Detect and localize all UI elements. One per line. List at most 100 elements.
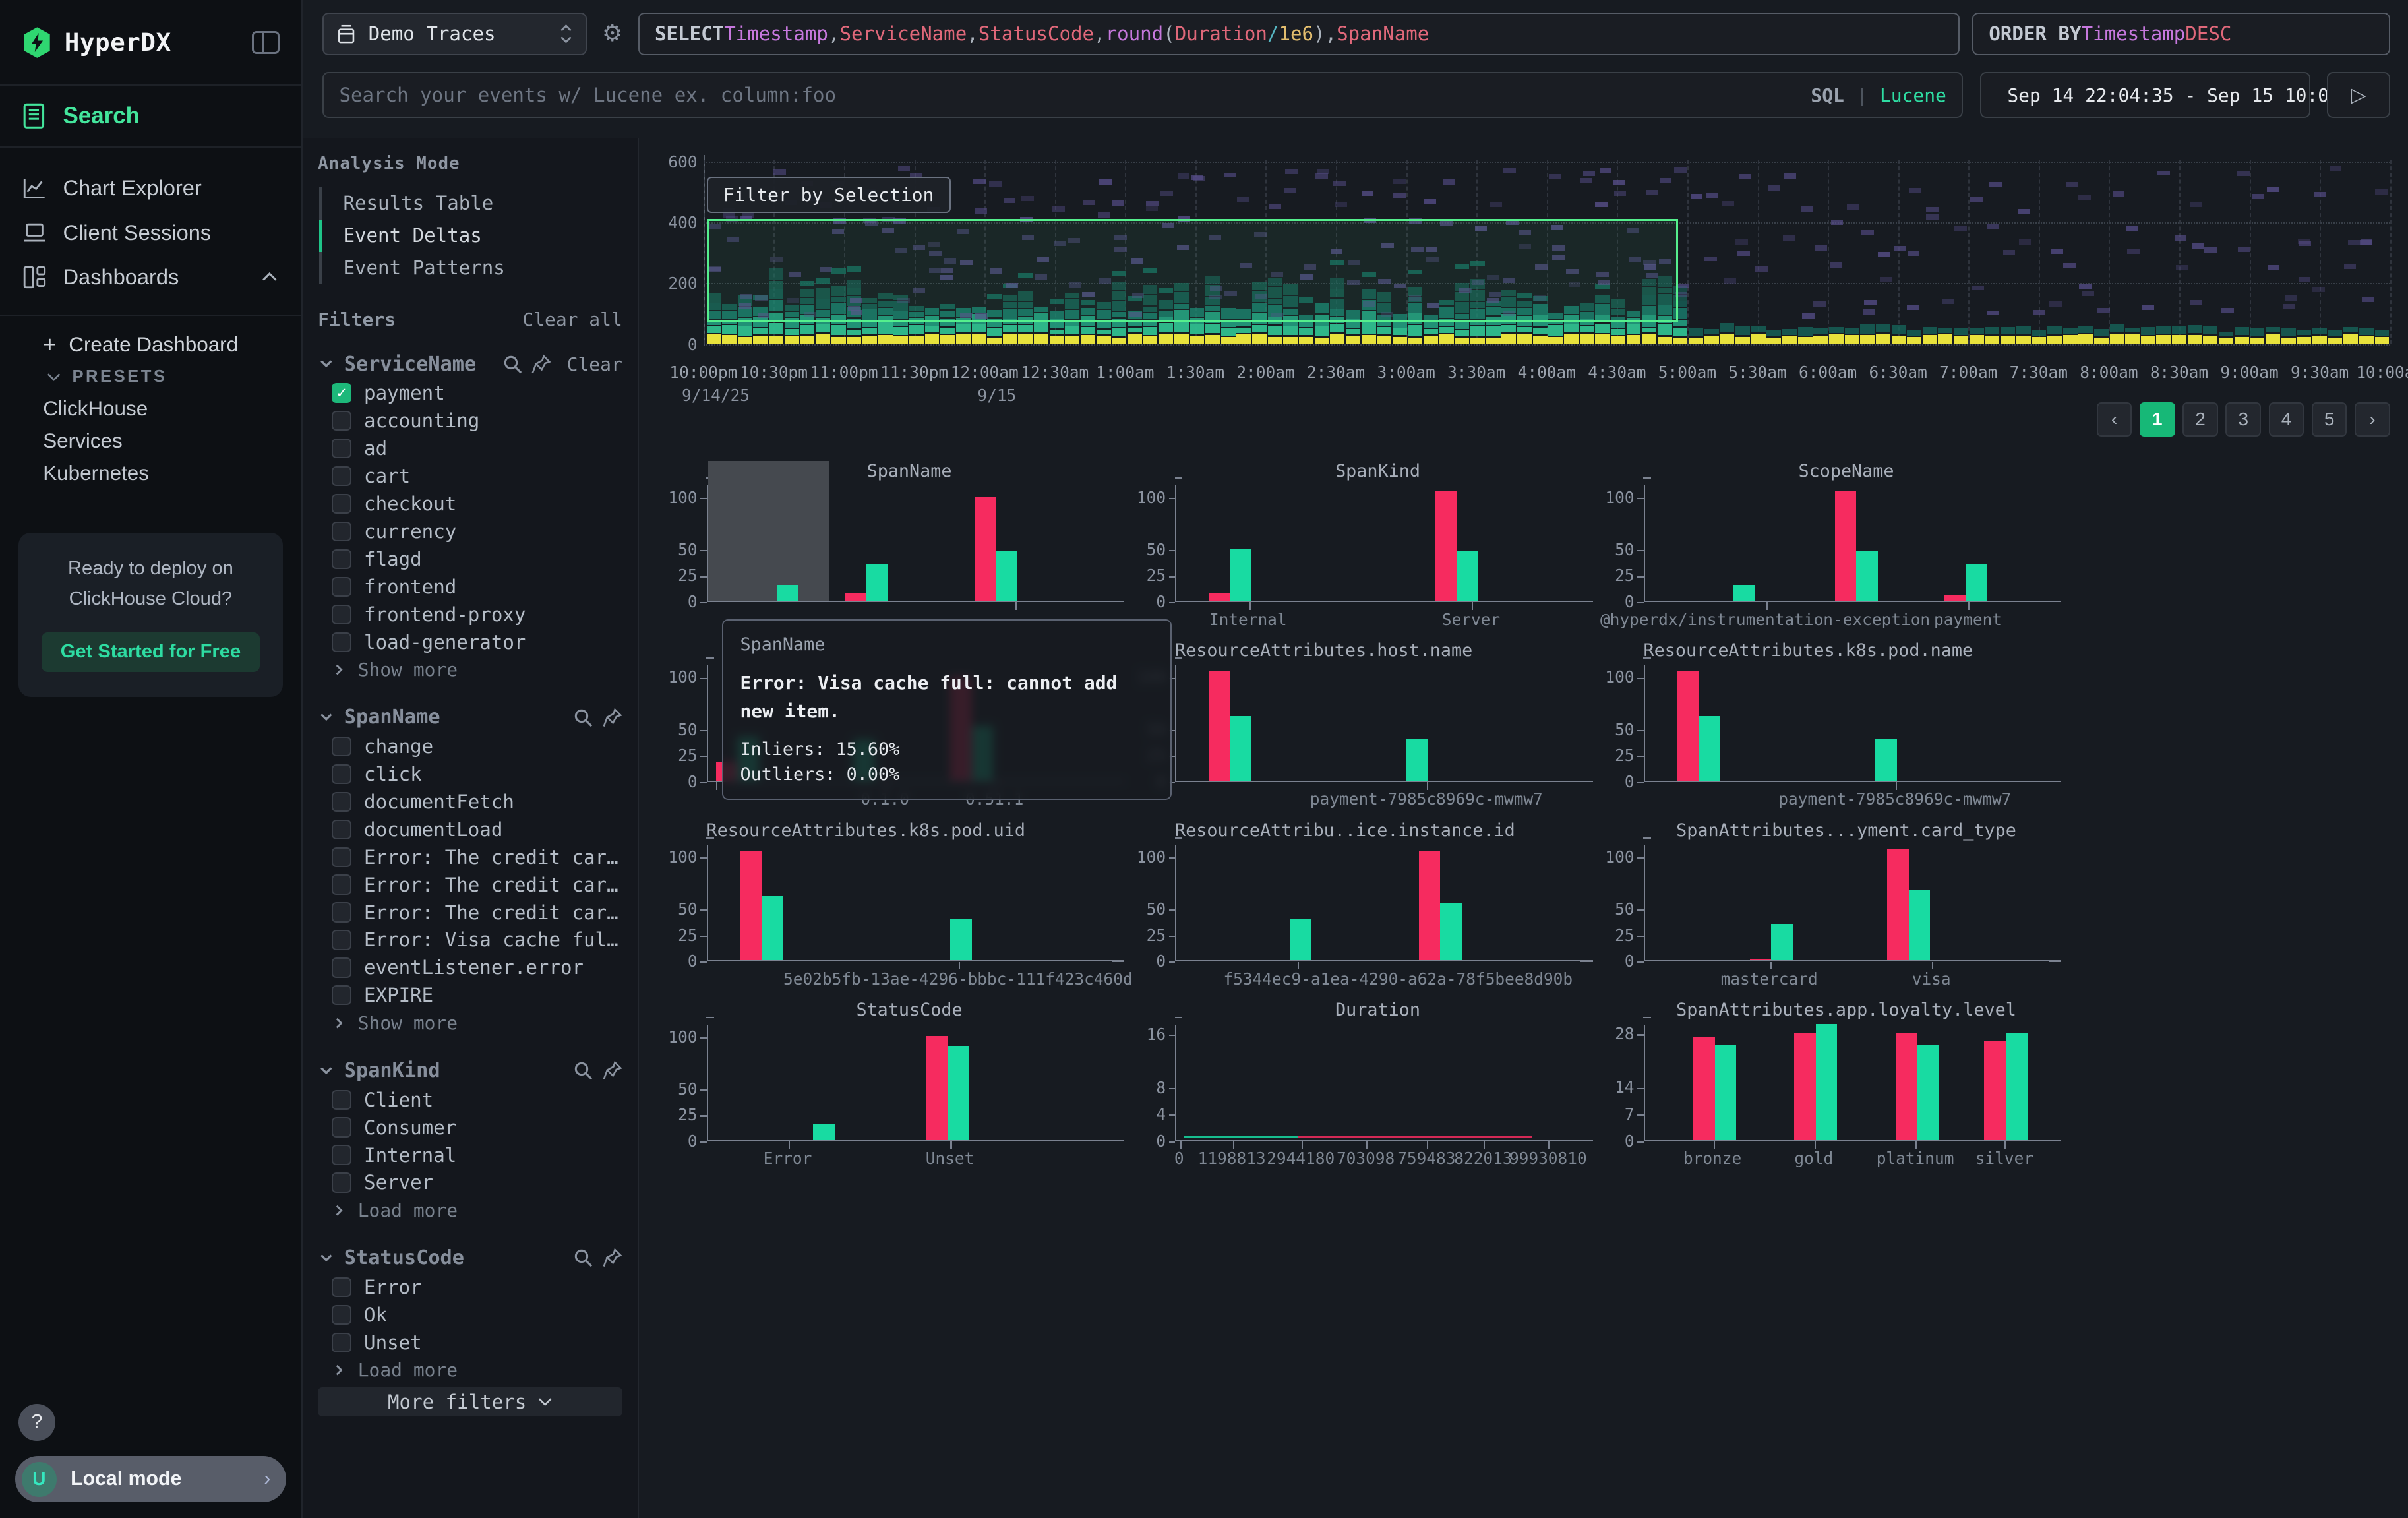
bar-inlier[interactable] <box>813 1124 835 1140</box>
checkbox[interactable] <box>332 1305 351 1325</box>
checkbox[interactable] <box>332 874 351 894</box>
chart-spanattributes-app-loyalty-level[interactable]: SpanAttributes.app.loyalty.level071428br… <box>1600 1000 2068 1180</box>
page-button-3[interactable]: 3 <box>2225 402 2261 436</box>
show-more-button[interactable]: Show more <box>318 1009 622 1037</box>
page-button-4[interactable]: 4 <box>2269 402 2304 436</box>
sidebar-item-chart-explorer[interactable]: Chart Explorer <box>0 166 301 211</box>
bar-inlier[interactable] <box>1875 739 1897 781</box>
filter-option-error-visa-cache-full-[interactable]: Error: Visa cache full: … <box>318 926 622 954</box>
load-more-button[interactable]: Load more <box>318 1356 622 1384</box>
bar-outlier[interactable] <box>926 1036 948 1140</box>
filter-option-client[interactable]: Client <box>318 1086 622 1114</box>
filter-option-accounting[interactable]: accounting <box>318 407 622 435</box>
filter-group-title[interactable]: SpanName <box>344 706 564 729</box>
checkbox[interactable] <box>332 902 351 922</box>
sidebar-item-client-sessions[interactable]: Client Sessions <box>0 210 301 255</box>
bar-outlier[interactable] <box>1835 491 1857 601</box>
bar-inlier[interactable] <box>1856 551 1878 601</box>
page-prev-button[interactable]: ‹ <box>2097 402 2132 436</box>
checkbox[interactable] <box>332 577 351 597</box>
chevron-down-icon[interactable] <box>318 1250 335 1267</box>
page-button-2[interactable]: 2 <box>2182 402 2218 436</box>
bar-inlier[interactable] <box>1733 585 1755 601</box>
bar-outlier[interactable] <box>1435 491 1457 601</box>
chevron-down-icon[interactable] <box>318 709 335 726</box>
filter-option-currency[interactable]: currency <box>318 518 622 545</box>
checkbox[interactable] <box>332 605 351 624</box>
bar-outlier[interactable] <box>1209 593 1230 601</box>
chart-statuscode[interactable]: StatusCode02550100ErrorUnset <box>663 1000 1131 1180</box>
checkbox[interactable] <box>332 764 351 784</box>
filter-option-unset[interactable]: Unset <box>318 1329 622 1356</box>
filter-group-title[interactable]: ServiceName <box>344 353 493 376</box>
more-filters-button[interactable]: More filters <box>318 1387 622 1416</box>
filter-option-payment[interactable]: ✓payment <box>318 379 622 407</box>
search-icon[interactable] <box>573 1060 593 1080</box>
bar-outlier[interactable] <box>1944 595 1966 601</box>
bar-outlier[interactable] <box>1984 1041 2006 1140</box>
checkbox[interactable] <box>332 632 351 652</box>
bar-inlier[interactable] <box>1966 564 1987 601</box>
preset-item-kubernetes[interactable]: Kubernetes <box>0 458 301 490</box>
page-next-button[interactable]: › <box>2355 402 2390 436</box>
bar-outlier[interactable] <box>1794 1033 1816 1140</box>
checkbox[interactable] <box>332 466 351 486</box>
search-icon[interactable] <box>573 708 593 727</box>
preset-item-clickhouse[interactable]: ClickHouse <box>0 393 301 425</box>
search-icon[interactable] <box>573 1248 593 1267</box>
search-icon[interactable] <box>502 354 522 374</box>
bar-inlier[interactable] <box>1771 924 1793 960</box>
bar-inlier[interactable] <box>948 1046 969 1139</box>
bar-outlier[interactable] <box>1419 851 1441 960</box>
chart-resourceattributes-host-name[interactable]: ResourceAttributes.host.name02550100paym… <box>1132 640 1600 820</box>
checkbox[interactable] <box>332 522 351 541</box>
run-query-button[interactable]: ▷ <box>2327 72 2390 118</box>
filter-option-click[interactable]: click <box>318 760 622 788</box>
search-input[interactable] <box>339 84 1798 106</box>
page-button-1[interactable]: 1 <box>2140 402 2175 436</box>
bar-inlier[interactable] <box>950 919 972 960</box>
bar-outlier[interactable] <box>1750 959 1772 960</box>
filter-option-error-the-credit-card-[interactable]: Error: The credit card (… <box>318 899 622 926</box>
filter-option-eventlistener-error[interactable]: eventListener.error <box>318 954 622 981</box>
filter-option-consumer[interactable]: Consumer <box>318 1114 622 1141</box>
checkbox-checked[interactable]: ✓ <box>332 383 351 403</box>
page-button-5[interactable]: 5 <box>2312 402 2347 436</box>
clear-group-button[interactable]: Clear <box>567 353 622 375</box>
sidebar-collapse-icon[interactable] <box>252 31 280 54</box>
source-select[interactable]: Demo Traces <box>322 13 587 55</box>
bar-outlier[interactable] <box>1693 1037 1715 1140</box>
chevron-down-icon[interactable] <box>318 355 335 373</box>
bar-inlier[interactable] <box>1440 903 1462 960</box>
bar-inlier[interactable] <box>1917 1045 1939 1140</box>
bar-outlier[interactable] <box>1887 849 1909 960</box>
create-dashboard-button[interactable]: + Create Dashboard <box>0 328 301 361</box>
checkbox[interactable] <box>332 847 351 867</box>
bar-inlier[interactable] <box>2006 1033 2028 1140</box>
analysis-mode-event-deltas[interactable]: Event Deltas <box>319 220 622 252</box>
analysis-mode-results-table[interactable]: Results Table <box>319 187 622 220</box>
language-toggle-sql[interactable]: SQL <box>1811 84 1844 106</box>
checkbox[interactable] <box>332 957 351 977</box>
analysis-mode-event-patterns[interactable]: Event Patterns <box>319 252 622 284</box>
checkbox[interactable] <box>332 930 351 950</box>
sidebar-item-search[interactable]: Search <box>0 86 301 147</box>
checkbox[interactable] <box>332 1172 351 1192</box>
gear-icon[interactable]: ⚙ <box>599 20 626 47</box>
bar-outlier[interactable] <box>740 851 762 960</box>
chart-scopename[interactable]: ScopeName02550100@hyperdx/instrumentatio… <box>1600 461 2068 641</box>
select-clause-input[interactable]: SELECT Timestamp, ServiceName, StatusCod… <box>638 13 1960 55</box>
show-more-button[interactable]: Show more <box>318 656 622 684</box>
bar-inlier[interactable] <box>762 896 783 960</box>
filter-option-cart[interactable]: cart <box>318 462 622 490</box>
chart-spanattributes-yment-card-type[interactable]: SpanAttributes...yment.card_type02550100… <box>1600 820 2068 1000</box>
filter-option-ad[interactable]: ad <box>318 435 622 462</box>
get-started-button[interactable]: Get Started for Free <box>42 632 260 673</box>
bar-outlier[interactable] <box>1209 671 1230 781</box>
help-button[interactable]: ? <box>18 1404 55 1441</box>
filter-option-documentfetch[interactable]: documentFetch <box>318 788 622 816</box>
bar-outlier[interactable] <box>845 593 867 601</box>
bar-outlier[interactable] <box>975 497 996 601</box>
checkbox[interactable] <box>332 1117 351 1137</box>
filter-option-frontend[interactable]: frontend <box>318 573 622 601</box>
